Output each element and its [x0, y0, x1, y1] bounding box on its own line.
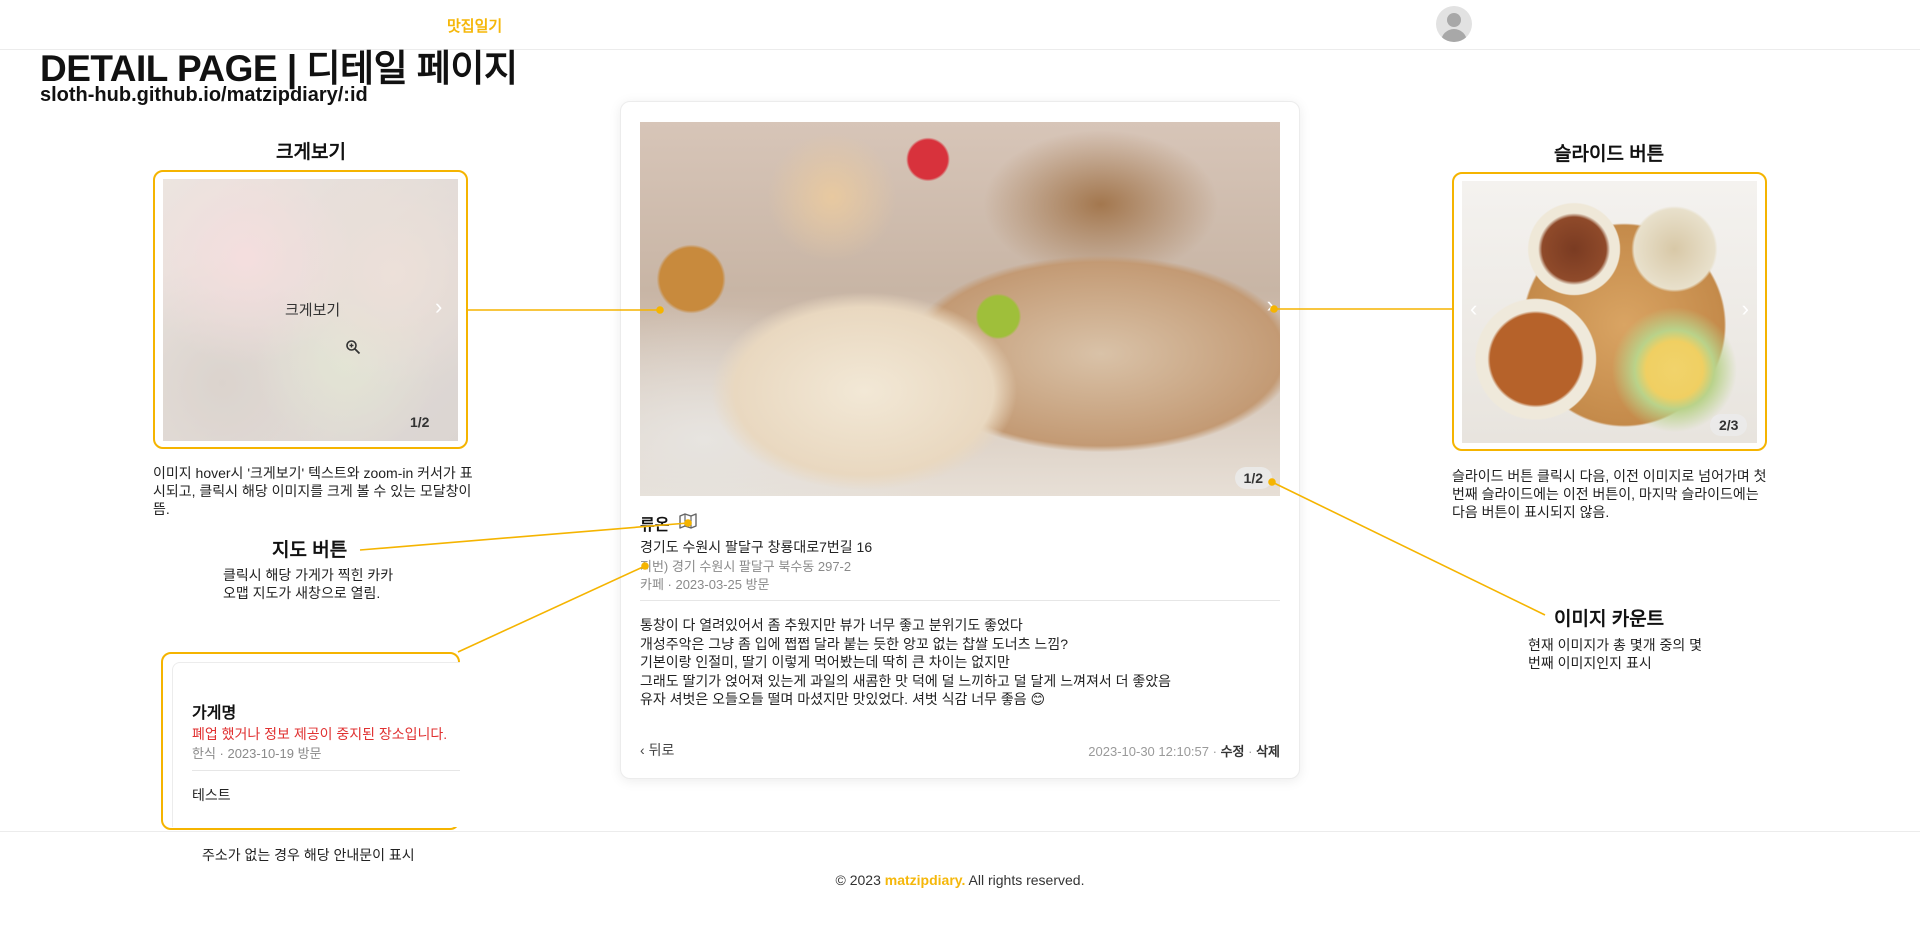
- closed-store-review: 테스트: [192, 787, 231, 803]
- map-button[interactable]: [679, 513, 697, 529]
- next-slide-chevron-icon[interactable]: ›: [1742, 296, 1749, 322]
- next-slide-chevron-icon[interactable]: ›: [1267, 292, 1274, 318]
- back-label: 뒤로: [648, 742, 675, 758]
- back-button[interactable]: ‹ 뒤로: [640, 740, 674, 760]
- post-timestamp: 2023-10-30 12:10:57: [1088, 744, 1209, 759]
- copyright: © 2023 matzipdiary. All rights reserved.: [0, 872, 1920, 888]
- image-count-badge: 1/2: [1234, 467, 1272, 489]
- detail-photo[interactable]: › 1/2: [640, 122, 1280, 496]
- divider: [640, 600, 1280, 601]
- zoom-example-image[interactable]: 크게보기 › 1/2: [163, 179, 458, 441]
- image-count-badge: 2/3: [1710, 414, 1748, 436]
- card-footer: 2023-10-30 12:10:57 · 수정 · 삭제: [1088, 744, 1280, 759]
- slide-example-image[interactable]: ‹ › 2/3: [1462, 181, 1757, 443]
- store-meta: 카페 · 2023-03-25 방문: [640, 577, 770, 592]
- chevron-right-icon[interactable]: ›: [435, 294, 442, 320]
- slide-annotation-title: 슬라이드 버튼: [1554, 144, 1665, 165]
- map-annotation-desc: 클릭시 해당 가게가 찍힌 카카오맵 지도가 새창으로 열림.: [223, 567, 394, 601]
- store-jibun-address: 지번) 경기 수원시 팔달구 북수동 297-2: [640, 559, 852, 574]
- map-annotation-title: 지도 버튼: [272, 540, 348, 561]
- profile-avatar-icon[interactable]: [1436, 6, 1472, 42]
- footer-divider: [0, 831, 1920, 832]
- copyright-brand: matzipdiary.: [884, 872, 966, 888]
- logo-link[interactable]: 맛집일기: [447, 15, 502, 36]
- prev-slide-chevron-icon[interactable]: ‹: [1470, 296, 1477, 322]
- copyright-prefix: © 2023: [835, 872, 885, 888]
- closed-store-name: 가게명: [192, 705, 237, 722]
- edit-button[interactable]: 수정: [1221, 744, 1245, 759]
- review-text: 통창이 다 열려있어서 좀 추웠지만 뷰가 너무 좋고 분위기도 좋었다 개성주…: [640, 617, 1172, 707]
- delete-button[interactable]: 삭제: [1256, 744, 1280, 759]
- image-count-badge: 1/2: [410, 414, 430, 430]
- closed-store-warning: 폐업 했거나 정보 제공이 중지된 장소입니다.: [192, 726, 448, 742]
- image-count-annotation-title: 이미지 카운트: [1554, 609, 1665, 630]
- zoom-overlay-label: 크게보기: [285, 302, 341, 319]
- map-icon: [679, 513, 697, 529]
- image-count-annotation-desc: 현재 이미지가 총 몇개 중의 몇번째 이미지인지 표시: [1528, 637, 1703, 671]
- page-url: sloth-hub.github.io/matzipdiary/:id: [40, 84, 368, 106]
- slide-annotation-desc: 슬라이드 버튼 클릭시 다음, 이전 이미지로 넘어가며 첫번째 슬라이드에는 …: [1452, 468, 1767, 520]
- closed-store-meta: 한식 · 2023-10-19 방문: [192, 746, 322, 761]
- store-name-annotation-desc: 주소가 없는 경우 해당 안내문이 표시: [202, 847, 415, 863]
- copyright-suffix: All rights reserved.: [965, 872, 1085, 888]
- zoom-annotation-desc: 이미지 hover시 '크게보기' 텍스트와 zoom-in 커서가 표시되고,…: [153, 465, 473, 517]
- zoom-in-cursor-icon: [345, 339, 361, 358]
- zoom-annotation-title: 크게보기: [276, 142, 346, 163]
- chevron-left-icon: ‹: [640, 742, 645, 758]
- store-name: 류온: [640, 517, 670, 534]
- store-address: 경기도 수원시 팔달구 창룡대로7번길 16: [640, 539, 873, 555]
- divider: [192, 770, 460, 771]
